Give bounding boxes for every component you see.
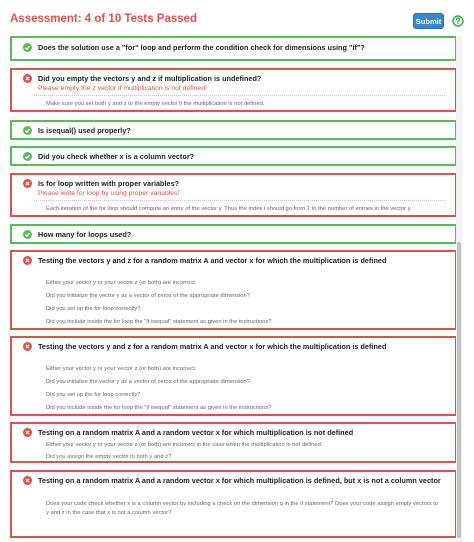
test-hint: Did you include inside the for loop the … [46, 319, 272, 325]
test-hint: Either your vector y or your vector z (o… [46, 280, 197, 286]
divider [34, 200, 445, 201]
check-circle-icon [23, 126, 32, 135]
test-result-item: Is for loop written with proper variable… [10, 173, 457, 217]
test-error-message: Please empty the z vector if multiplicat… [38, 85, 207, 92]
scrollbar-thumb[interactable] [457, 242, 461, 538]
check-circle-icon [23, 43, 32, 52]
help-icon[interactable] [452, 15, 464, 27]
assessment-header: Assessment: 4 of 10 Tests Passed Submit [10, 11, 464, 31]
test-hint: Either your vector y or your vector z (o… [46, 366, 197, 372]
test-question: Testing on a random matrix A and a rando… [38, 476, 441, 485]
test-result-item: Is isequal() used properly? [10, 120, 457, 140]
test-hint: Did you include inside the for loop the … [46, 405, 272, 411]
test-question: Is for loop written with proper variable… [38, 179, 180, 188]
check-circle-icon [23, 152, 32, 161]
test-result-item: Testing on a random matrix A and a rando… [10, 422, 457, 463]
test-hint: Did you initialize the vector y as a vec… [46, 379, 250, 385]
error-circle-icon [23, 179, 32, 188]
test-results-list[interactable]: Does the solution use a "for" loop and p… [10, 36, 462, 542]
test-hint: Did you assign the empty vector to both … [46, 454, 172, 460]
test-result-item: Testing on a random matrix A and a rando… [10, 470, 457, 538]
test-question: How many for loops used? [38, 230, 132, 239]
test-hint: Did you set up the for loop correctly? [46, 392, 141, 398]
test-question: Testing on a random matrix A and a rando… [38, 428, 354, 437]
test-hint: Make sure you set both y and z to the em… [46, 101, 265, 107]
test-result-item: How many for loops used? [10, 224, 457, 244]
test-hint: Did you initialize the vector y as a vec… [46, 293, 250, 299]
test-result-item: Testing the vectors y and z for a random… [10, 336, 457, 416]
scrollbar[interactable] [456, 36, 462, 542]
test-hint: Does your code check whether x is a colu… [46, 501, 439, 516]
error-circle-icon [23, 428, 32, 437]
error-circle-icon [23, 342, 32, 351]
test-question: Did you empty the vectors y and z if mul… [38, 74, 262, 83]
error-circle-icon [23, 74, 32, 83]
error-circle-icon [23, 256, 32, 265]
test-result-item: Testing the vectors y and z for a random… [10, 250, 457, 330]
test-result-item: Does the solution use a "for" loop and p… [10, 36, 457, 61]
test-hint: Each iteration of the for loop should co… [46, 206, 412, 212]
assessment-title: Assessment: 4 of 10 Tests Passed [10, 13, 198, 25]
test-question: Testing the vectors y and z for a random… [38, 342, 387, 351]
error-circle-icon [23, 476, 32, 485]
test-error-message: Please write for loop by using proper va… [38, 190, 180, 197]
submit-button[interactable]: Submit [413, 13, 444, 29]
test-hint: Either your vector y or your vector z (o… [46, 442, 323, 448]
test-result-item: Did you empty the vectors y and z if mul… [10, 68, 457, 112]
check-circle-icon [23, 230, 32, 239]
test-result-item: Did you check whether x is a column vect… [10, 146, 457, 166]
test-question: Is isequal() used properly? [38, 126, 131, 135]
test-question: Did you check whether x is a column vect… [38, 152, 195, 161]
test-hint: Did you set up the for loop correctly? [46, 306, 141, 312]
divider [34, 95, 445, 96]
test-question: Does the solution use a "for" loop and p… [38, 43, 365, 52]
test-question: Testing the vectors y and z for a random… [38, 256, 387, 265]
